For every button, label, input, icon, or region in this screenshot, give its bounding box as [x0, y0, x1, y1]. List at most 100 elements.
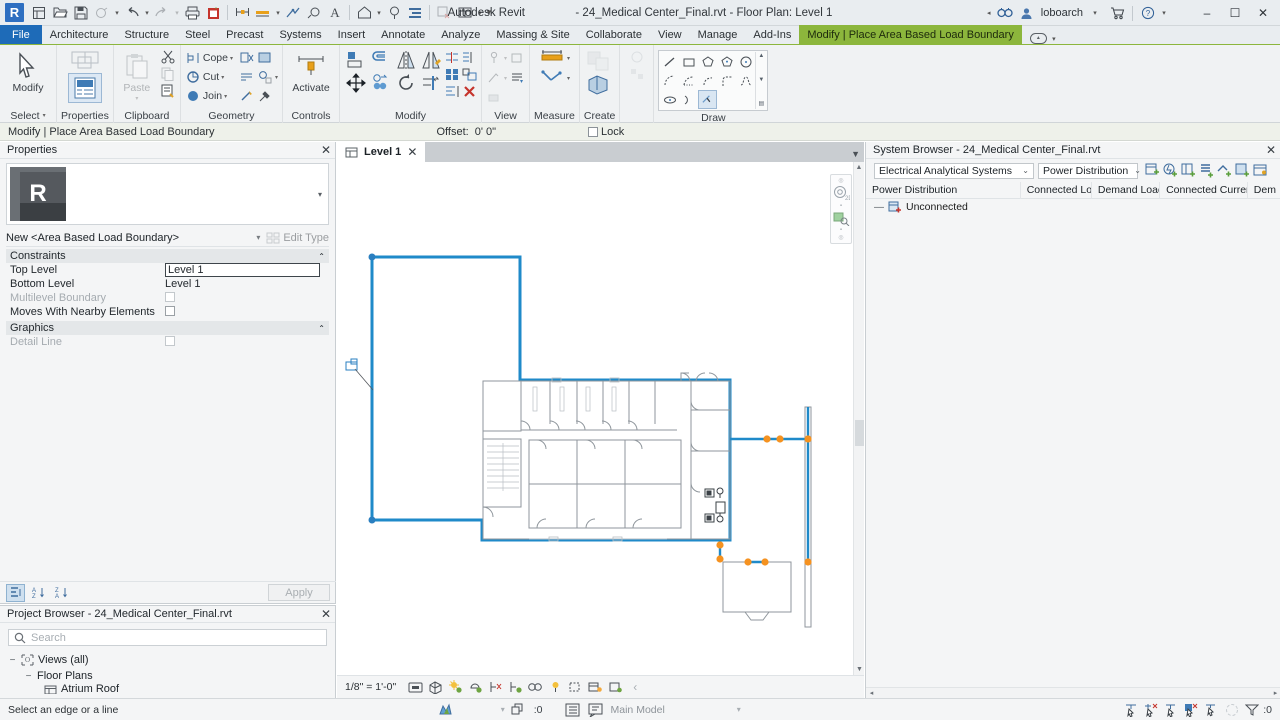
infocenter-expand-icon[interactable]: ◂ — [985, 9, 993, 17]
column-demand-load[interactable]: Demand Load — [1090, 181, 1159, 199]
undo-caret-icon[interactable]: ▾ — [143, 9, 151, 17]
editing-requests-icon[interactable] — [588, 701, 605, 718]
viewport-scroll-down-icon[interactable]: ▼ — [854, 664, 865, 675]
mirror-pick-axis-icon[interactable] — [394, 49, 418, 71]
text-icon[interactable]: A — [325, 3, 345, 23]
customize-qat-icon[interactable]: ▾ — [485, 7, 493, 18]
help-icon[interactable]: ? — [1138, 3, 1158, 23]
add-panel-icon[interactable] — [1144, 162, 1161, 179]
sync-icon[interactable] — [203, 3, 223, 23]
draw-center-ends-arc-icon[interactable] — [679, 71, 698, 90]
ribbon-tab-insert[interactable]: Insert — [330, 25, 374, 44]
property-row-moves-with-nearby[interactable]: Moves With Nearby Elements — [6, 305, 329, 319]
worksets-icon[interactable] — [565, 701, 582, 718]
type-properties-icon[interactable] — [68, 49, 102, 73]
moves-with-nearby-checkbox[interactable] — [165, 305, 175, 316]
cut-button[interactable]: Cut ▾ — [185, 68, 233, 86]
discipline-selector-caret-icon[interactable]: ⌄ — [1134, 166, 1141, 175]
avatar[interactable] — [1017, 3, 1037, 23]
add-switchboard-icon[interactable] — [1180, 162, 1197, 179]
type-preview-caret-icon[interactable]: ▾ — [318, 190, 328, 199]
draw-scroll-up-icon[interactable]: ▲ — [758, 53, 764, 60]
lock-checkbox[interactable] — [588, 126, 598, 137]
add-bus-icon[interactable] — [1198, 162, 1215, 179]
ribbon-tab-view[interactable]: View — [650, 25, 690, 44]
rotate-icon[interactable] — [394, 72, 418, 94]
ribbon-tab-massing-site[interactable]: Massing & Site — [488, 25, 577, 44]
ribbon-tab-manage[interactable]: Manage — [690, 25, 746, 44]
temporary-view-properties-icon[interactable] — [586, 678, 604, 696]
property-row-top-level[interactable]: Top Level Level 1 — [6, 263, 329, 277]
save-as-icon[interactable] — [92, 3, 112, 23]
moves-with-nearby-value[interactable] — [165, 305, 325, 319]
view-tab-close-icon[interactable]: ✕ — [407, 145, 417, 159]
override-graphics-icon[interactable] — [509, 70, 525, 86]
ribbon-tab-analyze[interactable]: Analyze — [433, 25, 488, 44]
create-group-icon[interactable] — [585, 73, 615, 97]
sort-ascending-icon[interactable]: AZ — [29, 584, 48, 602]
system-browser-horizontal-scrollbar[interactable]: ◂ ▸ — [866, 687, 1280, 698]
measure-icon[interactable] — [232, 3, 252, 23]
create-assembly-icon[interactable] — [629, 66, 645, 82]
hide-caret-icon[interactable]: ▾ — [504, 55, 507, 62]
open-icon[interactable] — [50, 3, 70, 23]
match-type-icon[interactable] — [160, 83, 176, 99]
ribbon-tab-add-ins[interactable]: Add-Ins — [745, 25, 799, 44]
new-icon[interactable] — [29, 3, 49, 23]
temporary-hide-isolate-icon[interactable] — [546, 678, 564, 696]
discipline-selector-combo[interactable]: Power Distribution ⌄ — [1038, 162, 1141, 179]
property-section-constraints[interactable]: Constraints ⌃ — [6, 249, 329, 263]
add-connection-icon[interactable] — [1216, 162, 1233, 179]
copy-icon[interactable] — [160, 66, 176, 82]
viewport-vertical-scrollbar[interactable]: ▲ ▼ — [853, 162, 864, 675]
sun-path-icon[interactable] — [446, 678, 464, 696]
tree-node-floor-plans[interactable]: − Floor Plans — [0, 668, 335, 684]
thin-lines-icon[interactable] — [405, 3, 425, 23]
cope-caret-icon[interactable]: ▾ — [230, 55, 233, 62]
modify-button[interactable]: Modify — [4, 49, 52, 94]
cart-icon[interactable] — [1107, 3, 1127, 23]
draw-gallery-scrollbar[interactable]: ▲ ▼ ▤ — [755, 52, 766, 109]
type-selector-caret-icon[interactable]: ▾ — [250, 233, 266, 242]
system-browser-close-icon[interactable]: ✕ — [1266, 143, 1276, 157]
measure-along-caret-icon[interactable]: ▾ — [567, 75, 570, 82]
type-selector[interactable]: New <Area Based Load Boundary> ▾ Edit Ty… — [6, 229, 329, 247]
viewport-vscroll-thumb[interactable] — [855, 420, 864, 446]
properties-close-icon[interactable]: ✕ — [321, 143, 331, 157]
filter-icon[interactable] — [1243, 701, 1260, 718]
select-elements-by-face-icon[interactable] — [1183, 701, 1200, 718]
trim-extend-icon[interactable] — [419, 72, 443, 94]
align-icon[interactable] — [344, 49, 368, 71]
row-name-cell[interactable]: — Unconnected — [866, 201, 1020, 214]
shadows-icon[interactable] — [466, 678, 484, 696]
floor-plan-drawing[interactable] — [337, 162, 864, 675]
reveal-hidden-elements-icon[interactable] — [566, 678, 584, 696]
properties-button[interactable] — [67, 73, 102, 103]
dimension-icon[interactable] — [253, 3, 273, 23]
graphics-collapse-icon[interactable]: ⌃ — [318, 324, 325, 333]
ribbon-display-options[interactable]: ▾ — [1022, 33, 1066, 44]
delete-icon[interactable] — [461, 83, 477, 99]
model-viewport[interactable]: ◎ 2D ▪ ▪ ◎ — [337, 162, 864, 675]
draw-fillet-arc-icon[interactable] — [717, 71, 736, 90]
minimize-button[interactable]: – — [1194, 1, 1220, 25]
draw-partial-ellipse-icon[interactable] — [679, 90, 698, 109]
cut-caret-icon[interactable]: ▾ — [221, 74, 224, 81]
draw-spline-icon[interactable] — [736, 71, 755, 90]
paste-button[interactable]: Paste ▾ — [118, 49, 156, 102]
measure-between-references-icon[interactable] — [539, 47, 565, 69]
search-input[interactable]: Search — [31, 632, 66, 644]
constraints-icon[interactable]: ‹ — [626, 678, 644, 696]
draw-gallery-expand-icon[interactable]: ▤ — [759, 101, 765, 108]
hammer-icon[interactable] — [257, 88, 273, 104]
select-links-icon[interactable] — [1123, 701, 1140, 718]
viewport-scroll-up-icon[interactable]: ▲ — [854, 162, 864, 173]
user-caret-icon[interactable]: ▾ — [1091, 9, 1099, 17]
paste-caret-icon[interactable]: ▾ — [135, 95, 138, 102]
property-section-graphics[interactable]: Graphics ⌃ — [6, 321, 329, 335]
user-name[interactable]: loboarch — [1041, 7, 1083, 19]
trim-multiple-icon[interactable] — [461, 49, 477, 65]
ribbon-tab-systems[interactable]: Systems — [271, 25, 329, 44]
dimension-caret-icon[interactable]: ▾ — [274, 9, 282, 17]
ribbon-tab-precast[interactable]: Precast — [218, 25, 271, 44]
